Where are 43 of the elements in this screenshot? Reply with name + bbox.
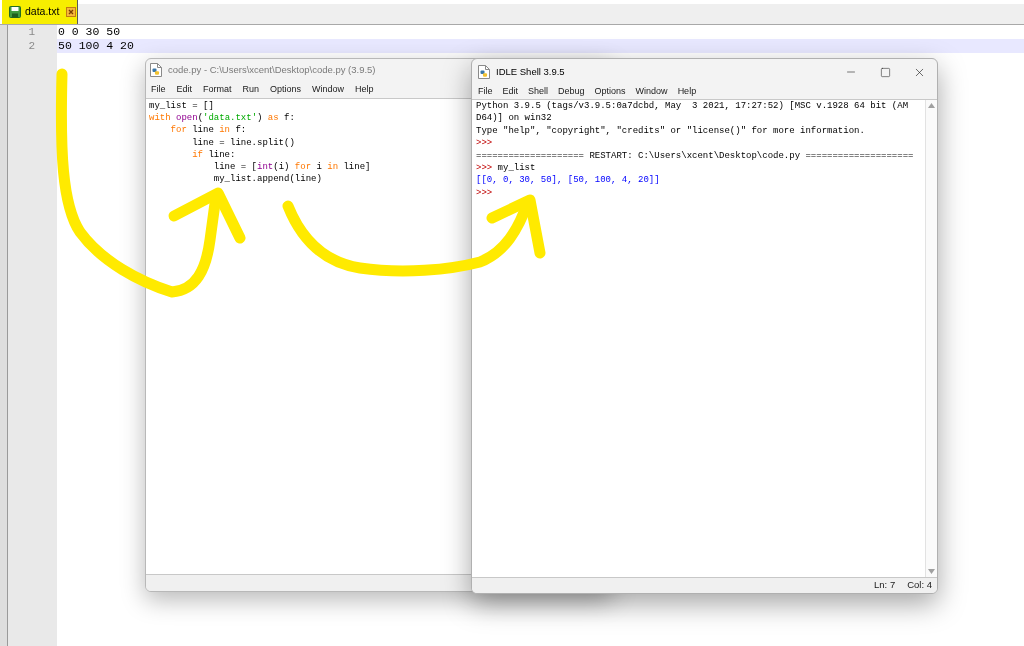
- scroll-up-icon[interactable]: [928, 103, 935, 108]
- line-number: 2: [27, 39, 36, 53]
- window-title: IDLE Shell 3.9.5: [496, 64, 565, 79]
- column-indicator: Col: 4: [907, 578, 932, 593]
- menu-item[interactable]: Window: [635, 85, 668, 99]
- shell-line: >>>: [476, 137, 493, 150]
- menu-item[interactable]: Help: [355, 82, 374, 97]
- line-number: 1: [27, 25, 36, 39]
- maximize-icon: [879, 66, 891, 78]
- shell-line: >>>: [476, 186, 493, 200]
- window-title: code.py - C:\Users\xcent\Desktop\code.py (3.9.5): [168, 62, 376, 77]
- code-line: line = line.split(): [191, 136, 295, 149]
- shell-line: D64)] on win32: [476, 112, 552, 125]
- close-icon[interactable]: [66, 7, 77, 17]
- vertical-scrollbar[interactable]: [925, 100, 937, 577]
- menu-item[interactable]: Run: [242, 82, 260, 97]
- menu-item[interactable]: File: [478, 85, 493, 99]
- line-indicator: Ln: 7: [874, 578, 896, 593]
- shell-line: >>> my_list: [476, 162, 536, 175]
- menu-item[interactable]: Window: [312, 82, 345, 97]
- shell-line: Type "help", "copyright", "credits" or "license()" for more information.: [476, 124, 865, 138]
- menu-item[interactable]: Debug: [558, 85, 585, 99]
- file-tab[interactable]: data.txt: [2, 0, 78, 24]
- code-line: for line in f:: [169, 124, 247, 137]
- code-line: with open('data.txt') as f:: [149, 112, 295, 125]
- python-file-icon: [478, 65, 490, 79]
- menu-item[interactable]: Edit: [176, 82, 193, 97]
- shell-line: ==================== RESTART: C:\Users\xcent\Desktop\code.py ====================: [476, 149, 914, 163]
- shell-line: [[0, 0, 30, 50], [50, 100, 4, 20]]: [476, 174, 660, 187]
- menu-item[interactable]: Format: [203, 82, 232, 97]
- menu-item[interactable]: File: [151, 82, 166, 97]
- python-file-icon: [150, 63, 162, 77]
- shell-line: Python 3.9.5 (tags/v3.9.5:0a7dcbd, May 3 2021, 17:27:52) [MSC v.1928 64 bit (AM: [476, 100, 909, 113]
- menu-item[interactable]: Options: [270, 82, 302, 97]
- code-line: my_list.append(line): [212, 173, 322, 186]
- code-line: my_list = []: [149, 100, 214, 113]
- menu-item[interactable]: Options: [594, 85, 626, 99]
- code-line: line = [int(i) for i in line]: [212, 161, 371, 174]
- menu-item[interactable]: Edit: [502, 85, 519, 99]
- menu-item[interactable]: Shell: [528, 85, 549, 99]
- scroll-down-icon[interactable]: [928, 569, 935, 574]
- menu-item[interactable]: Help: [677, 85, 697, 99]
- code-line: if line:: [191, 148, 236, 161]
